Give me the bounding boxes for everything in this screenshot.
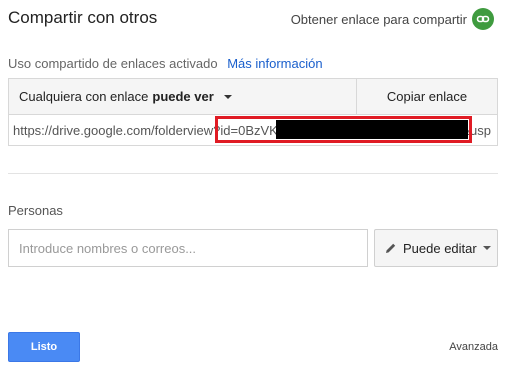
link-access-permission: puede ver [152, 89, 214, 104]
pencil-icon [385, 242, 397, 254]
copy-link-button[interactable]: Copiar enlace [357, 79, 497, 114]
link-sharing-status: Uso compartido de enlaces activado Más i… [8, 56, 323, 71]
people-label: Personas [8, 203, 63, 218]
section-divider [8, 173, 498, 174]
link-access-dropdown[interactable]: Cualquiera con enlace puede ver [9, 79, 357, 114]
link-access-prefix: Cualquiera con enlace [19, 89, 149, 104]
permission-label: Puede editar [403, 240, 477, 256]
get-shareable-link-button[interactable]: Obtener enlace para compartir [291, 8, 494, 30]
people-input[interactable]: Introduce nombres o correos... [8, 229, 368, 267]
more-info-link[interactable]: Más información [227, 56, 322, 71]
people-input-placeholder: Introduce nombres o correos... [19, 240, 197, 256]
dialog-title: Compartir con otros [8, 8, 158, 27]
permission-dropdown-button[interactable]: Puede editar [374, 229, 498, 267]
advanced-link[interactable]: Avanzada [449, 341, 498, 353]
link-icon [472, 8, 494, 30]
done-button[interactable]: Listo [8, 332, 80, 362]
link-sharing-status-text: Uso compartido de enlaces activado [8, 56, 218, 71]
highlight-annotation [215, 116, 472, 143]
dropdown-caret-icon [482, 246, 491, 250]
dropdown-caret-icon [223, 94, 232, 99]
get-link-label: Obtener enlace para compartir [290, 11, 467, 27]
